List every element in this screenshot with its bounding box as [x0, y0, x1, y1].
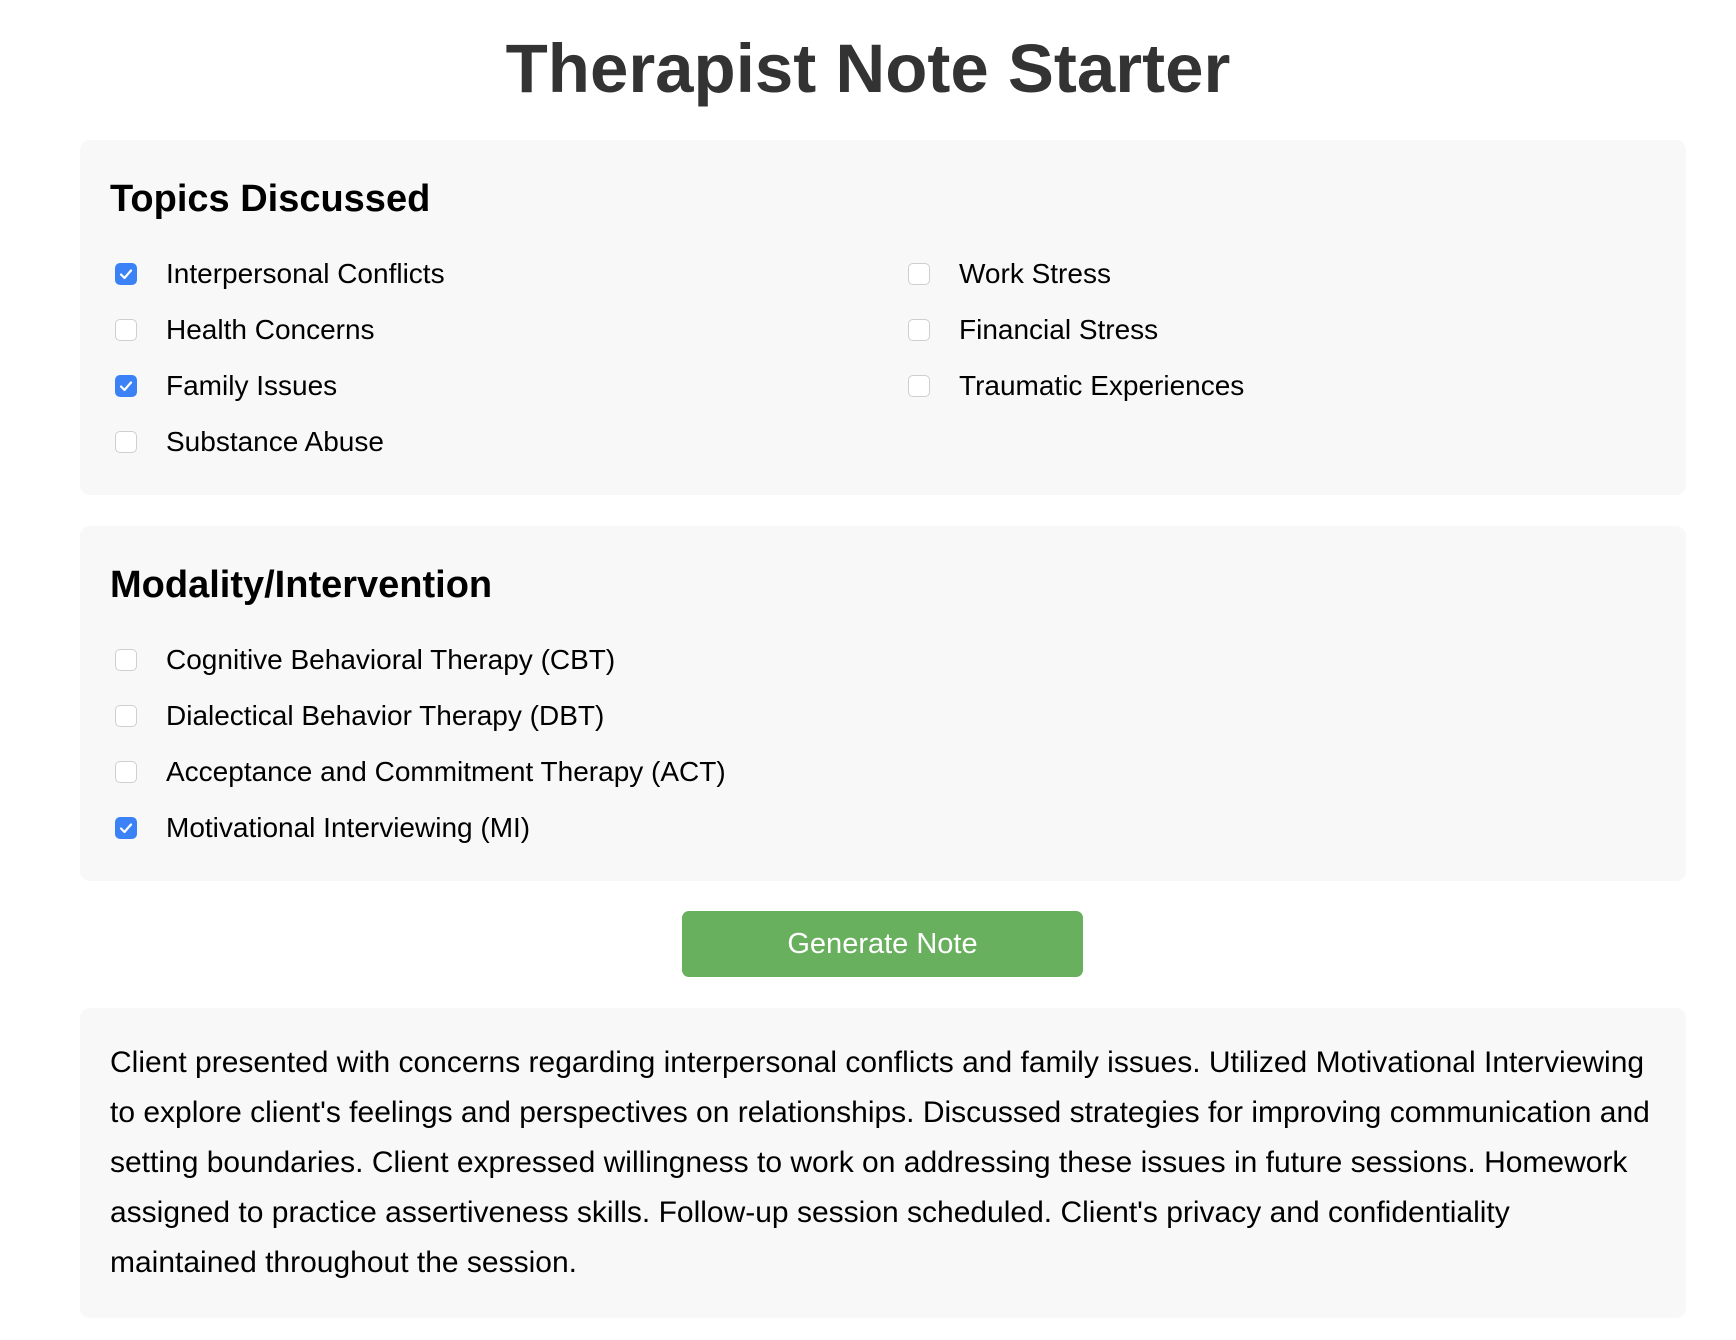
topic-option-financial-stress[interactable]: Financial Stress	[873, 310, 1158, 350]
topic-option-interpersonal-conflicts[interactable]: Interpersonal Conflicts	[80, 254, 445, 294]
topic-option-substance-abuse[interactable]: Substance Abuse	[80, 422, 384, 462]
modality-label-dbt: Dialectical Behavior Therapy (DBT)	[166, 700, 605, 731]
topic-checkbox-family-issues[interactable]	[115, 375, 137, 397]
topic-label-family-issues: Family Issues	[166, 370, 338, 401]
topic-label-substance-abuse: Substance Abuse	[166, 426, 384, 457]
page-title: Therapist Note Starter	[505, 30, 1231, 107]
topics-panel: Topics Discussed Interpersonal Conflicts…	[80, 140, 1686, 495]
topic-label-interpersonal-conflicts: Interpersonal Conflicts	[166, 258, 445, 289]
topic-option-work-stress[interactable]: Work Stress	[873, 254, 1111, 294]
modality-checkbox-mi[interactable]	[115, 817, 137, 839]
modality-label-act: Acceptance and Commitment Therapy (ACT)	[166, 756, 726, 787]
generate-note-button[interactable]: Generate Note	[682, 911, 1083, 977]
modality-option-act[interactable]: Acceptance and Commitment Therapy (ACT)	[80, 752, 726, 792]
topics-heading: Topics Discussed	[110, 178, 431, 220]
generated-note-text: Client presented with concerns regarding…	[110, 1046, 1650, 1279]
topic-label-financial-stress: Financial Stress	[959, 314, 1159, 345]
topic-checkbox-interpersonal-conflicts[interactable]	[115, 263, 137, 285]
modality-label-cbt: Cognitive Behavioral Therapy (CBT)	[166, 644, 616, 675]
topic-option-family-issues[interactable]: Family Issues	[80, 366, 337, 406]
topic-option-traumatic-experiences[interactable]: Traumatic Experiences	[873, 366, 1244, 406]
modality-option-mi[interactable]: Motivational Interviewing (MI)	[80, 808, 530, 848]
check-icon	[119, 823, 133, 834]
modality-checkbox-dbt[interactable]	[115, 705, 137, 727]
modality-heading: Modality/Intervention	[110, 564, 493, 606]
topic-checkbox-health-concerns[interactable]	[115, 319, 137, 341]
modality-option-dbt[interactable]: Dialectical Behavior Therapy (DBT)	[80, 696, 604, 736]
generated-note-panel: Client presented with concerns regarding…	[80, 1008, 1686, 1318]
topic-checkbox-traumatic-experiences[interactable]	[908, 375, 930, 397]
topic-label-health-concerns: Health Concerns	[166, 314, 375, 345]
modality-panel: Modality/Intervention Cognitive Behavior…	[80, 526, 1686, 881]
topic-option-health-concerns[interactable]: Health Concerns	[80, 310, 375, 350]
topic-checkbox-work-stress[interactable]	[908, 263, 930, 285]
modality-option-cbt[interactable]: Cognitive Behavioral Therapy (CBT)	[80, 640, 615, 680]
modality-checkbox-cbt[interactable]	[115, 649, 137, 671]
topic-label-work-stress: Work Stress	[959, 258, 1111, 289]
topic-checkbox-financial-stress[interactable]	[908, 319, 930, 341]
modality-checkbox-act[interactable]	[115, 761, 137, 783]
topic-label-traumatic-experiences: Traumatic Experiences	[959, 370, 1245, 401]
check-icon	[119, 381, 133, 392]
topic-checkbox-substance-abuse[interactable]	[115, 431, 137, 453]
modality-label-mi: Motivational Interviewing (MI)	[166, 812, 531, 843]
check-icon	[119, 269, 133, 280]
